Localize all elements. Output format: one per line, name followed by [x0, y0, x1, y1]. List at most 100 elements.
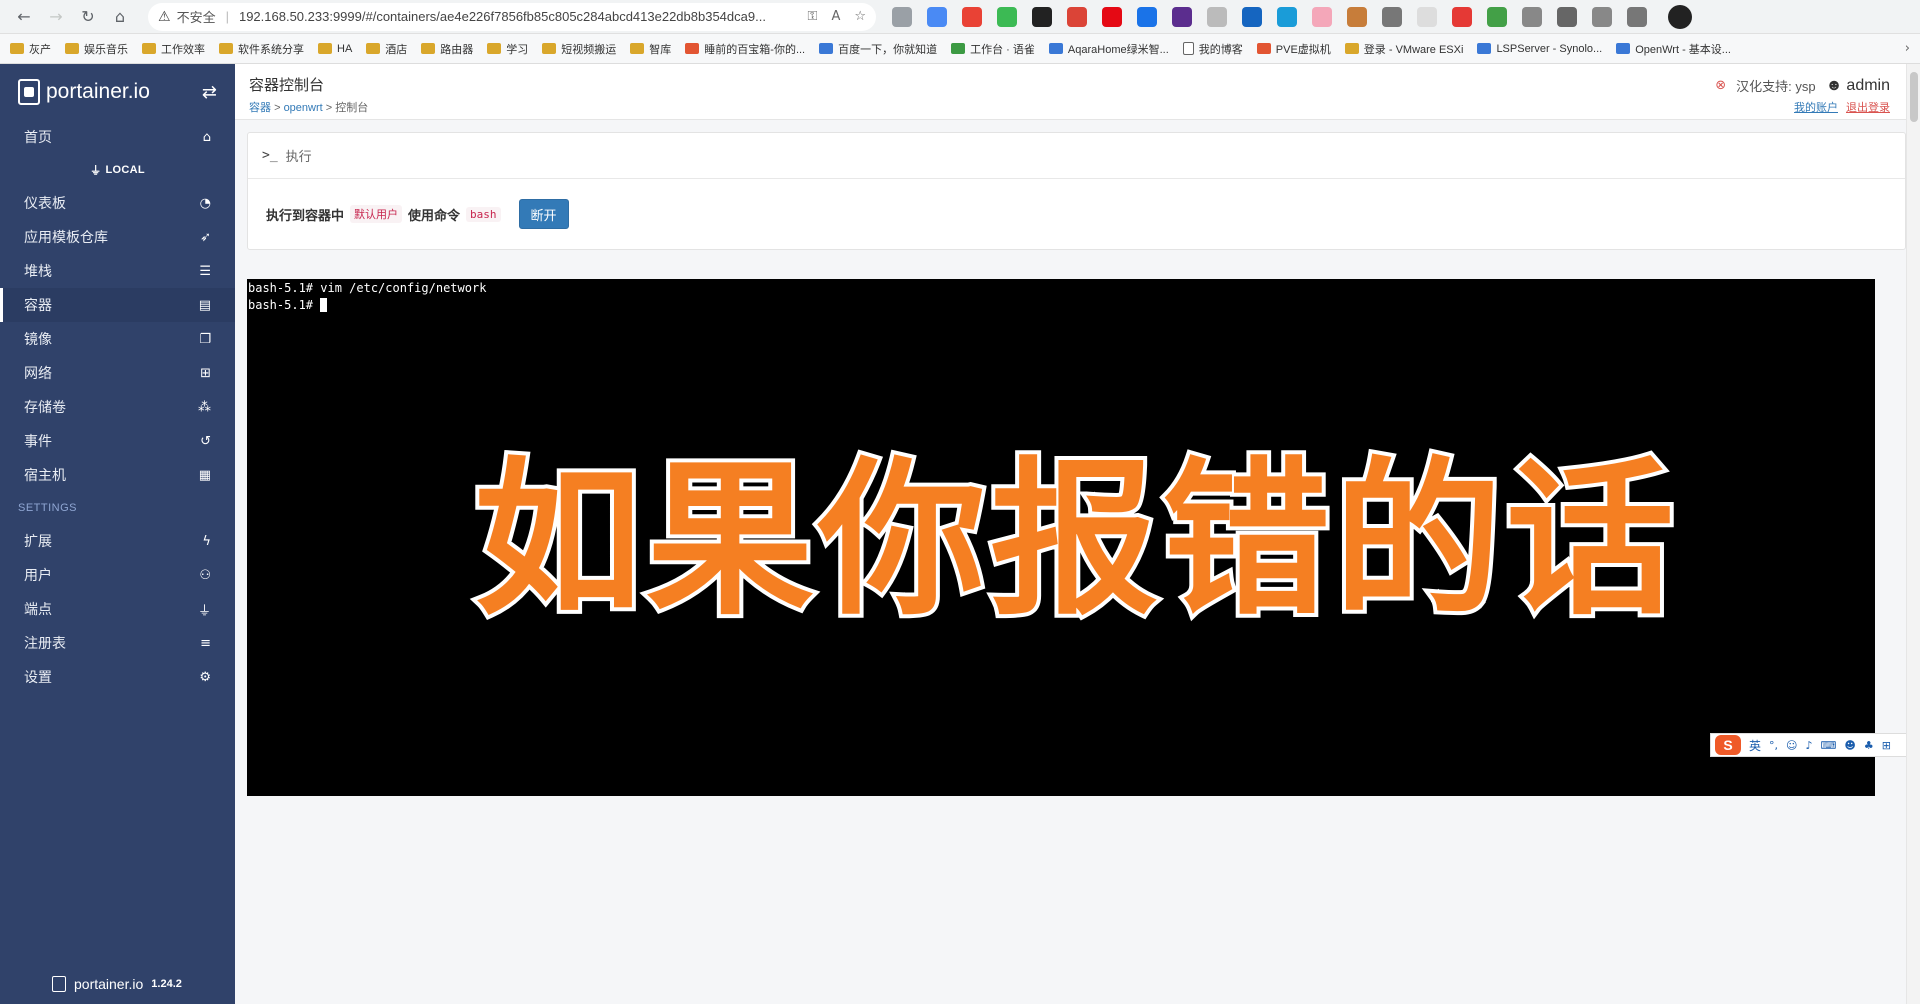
sidebar-item-templates[interactable]: 应用模板仓库 ➶ [0, 220, 235, 254]
tachometer-icon: ◔ [199, 195, 211, 211]
breadcrumb-containers-link[interactable]: 容器 [249, 102, 271, 114]
sogou-logo-icon[interactable]: S [1715, 735, 1741, 755]
page-scrollbar[interactable] [1906, 64, 1920, 1004]
bookmark-folder[interactable]: 学习 [487, 41, 528, 57]
sidebar-item-endpoints[interactable]: 端点 ⏚ [0, 592, 235, 626]
extension-icon[interactable] [1382, 6, 1402, 27]
favorites-icon[interactable] [1592, 6, 1612, 27]
read-aloud-icon[interactable]: A [831, 9, 840, 24]
collections-icon[interactable] [1627, 6, 1647, 27]
home-icon[interactable]: ⌂ [104, 3, 136, 31]
extension-icon[interactable] [892, 6, 912, 27]
extensions-bar [892, 4, 1692, 29]
sidebar-item-home[interactable]: 首页 ⌂ [0, 120, 235, 154]
key-icon[interactable]: ⚿ [808, 9, 818, 24]
bookmark-link[interactable]: 工作台 · 语雀 [951, 41, 1035, 57]
forward-icon[interactable]: → [40, 3, 72, 31]
bookmark-link[interactable]: 百度一下，你就知道 [819, 41, 937, 57]
bookmark-link[interactable]: LSPServer - Synolo... [1477, 43, 1602, 55]
bolt-icon: ϟ [202, 533, 211, 549]
punctuation-icon[interactable]: °, [1769, 739, 1778, 752]
extension-icon[interactable] [1172, 6, 1192, 27]
terminal-console[interactable]: bash-5.1# vim /etc/config/network bash-5… [247, 279, 1875, 796]
bookmark-folder[interactable]: 路由器 [421, 41, 473, 57]
favorite-add-icon[interactable]: ☆ [854, 9, 866, 24]
extension-icon[interactable] [1137, 6, 1157, 27]
logout-link[interactable]: 退出登录 [1846, 99, 1890, 115]
bookmark-folder[interactable]: 软件系统分享 [219, 41, 304, 57]
logo-text[interactable]: portainer.io [46, 80, 150, 104]
user-icon[interactable]: ☻ [1844, 739, 1855, 752]
chevron-right-icon[interactable]: › [1905, 41, 1910, 56]
sidebar-item-registries[interactable]: 注册表 ≡ [0, 626, 235, 660]
bookmark-folder[interactable]: 工作效率 [142, 41, 205, 57]
sidebar-item-extensions[interactable]: 扩展 ϟ [0, 524, 235, 558]
bookmark-link[interactable]: PVE虚拟机 [1256, 41, 1331, 57]
breadcrumb-container-link[interactable]: openwrt [284, 102, 323, 114]
command-value: bash [466, 206, 501, 222]
extension-icon[interactable] [962, 6, 982, 27]
plug-icon: ⏚ [197, 603, 211, 619]
sidebar-toggle-icon[interactable]: ⇄ [202, 82, 217, 103]
sidebar-item-containers[interactable]: 容器 ▤ [0, 288, 235, 322]
history-icon: ↺ [200, 433, 211, 449]
emoji-icon[interactable]: ☺ [1786, 739, 1797, 752]
sidebar-item-networks[interactable]: 网络 ⊞ [0, 356, 235, 390]
extension-icon[interactable] [1487, 6, 1507, 27]
sidebar-item-events[interactable]: 事件 ↺ [0, 424, 235, 458]
folder-icon [630, 43, 645, 54]
bookmark-link[interactable]: OpenWrt - 基本设... [1616, 41, 1731, 57]
microphone-icon[interactable]: ♪ [1805, 739, 1812, 752]
extension-icon[interactable] [1207, 6, 1227, 27]
aqara-icon [1048, 43, 1063, 54]
sidebar-item-users[interactable]: 用户 ⚇ [0, 558, 235, 592]
bookmark-link[interactable]: AqaraHome绿米智... [1048, 41, 1169, 57]
bookmark-folder[interactable]: 娱乐音乐 [65, 41, 128, 57]
bookmark-link[interactable]: 睡前的百宝箱-你的... [685, 41, 805, 57]
sidebar-item-stacks[interactable]: 堆栈 ☰ [0, 254, 235, 288]
back-icon[interactable]: ← [8, 3, 40, 31]
sidebar-item-volumes[interactable]: 存储卷 ⁂ [0, 390, 235, 424]
sidebar-item-dashboard[interactable]: 仪表板 ◔ [0, 186, 235, 220]
sidebar-item-settings[interactable]: 设置 ⚙ [0, 660, 235, 694]
extension-icon[interactable] [1102, 6, 1122, 27]
my-account-link[interactable]: 我的账户 [1794, 99, 1838, 115]
bookmark-folder[interactable]: 酒店 [366, 41, 407, 57]
extension-icon[interactable] [1417, 6, 1437, 27]
refresh-icon[interactable]: ↻ [72, 3, 104, 31]
extension-icon[interactable] [1032, 6, 1052, 27]
bookmark-link[interactable]: 我的博客 [1182, 41, 1243, 57]
bookmark-folder[interactable]: 短视频搬运 [542, 41, 616, 57]
breadcrumb-current: 控制台 [335, 102, 369, 114]
extension-icon[interactable] [1347, 6, 1367, 27]
bookmark-folder[interactable]: HA [318, 43, 352, 55]
extension-icon[interactable] [997, 6, 1017, 27]
bookmarks-bar: 灰产 娱乐音乐 工作效率 软件系统分享 HA 酒店 路由器 学习 短视频搬运 智… [0, 34, 1920, 64]
clone-icon: ❐ [199, 331, 211, 347]
skin-icon[interactable]: ♣ [1864, 739, 1874, 752]
extension-icon[interactable] [1242, 6, 1262, 27]
extension-icon[interactable] [927, 6, 947, 27]
extension-icon[interactable] [1277, 6, 1297, 27]
bookmark-folder[interactable]: 智库 [630, 41, 671, 57]
sidebar-item-host[interactable]: 宿主机 ▦ [0, 458, 235, 492]
toolbox-icon[interactable]: ⊞ [1882, 739, 1891, 752]
profile-avatar[interactable] [1668, 4, 1692, 29]
extension-icon[interactable] [1452, 6, 1472, 27]
extension-icon[interactable] [1522, 6, 1542, 27]
vmware-icon [1344, 43, 1359, 54]
keyboard-icon[interactable]: ⌨ [1821, 739, 1837, 752]
extensions-puzzle-icon[interactable] [1557, 6, 1577, 27]
disconnect-button[interactable]: 断开 [518, 199, 569, 229]
url-text[interactable]: 192.168.50.233:9999/#/containers/ae4e226… [239, 9, 808, 24]
extension-icon[interactable] [1067, 6, 1087, 27]
cubes-icon: ⁂ [198, 399, 211, 415]
sidebar-item-images[interactable]: 镜像 ❐ [0, 322, 235, 356]
address-bar[interactable]: ⚠ 不安全 | 192.168.50.233:9999/#/containers… [148, 2, 876, 31]
bookmark-folder[interactable]: 灰产 [10, 41, 51, 57]
bookmark-link[interactable]: 登录 - VMware ESXi [1344, 41, 1463, 57]
yuque-icon [951, 43, 966, 54]
extension-icon[interactable] [1312, 6, 1332, 27]
scrollbar-thumb[interactable] [1910, 72, 1918, 122]
ime-language[interactable]: 英 [1749, 737, 1761, 754]
